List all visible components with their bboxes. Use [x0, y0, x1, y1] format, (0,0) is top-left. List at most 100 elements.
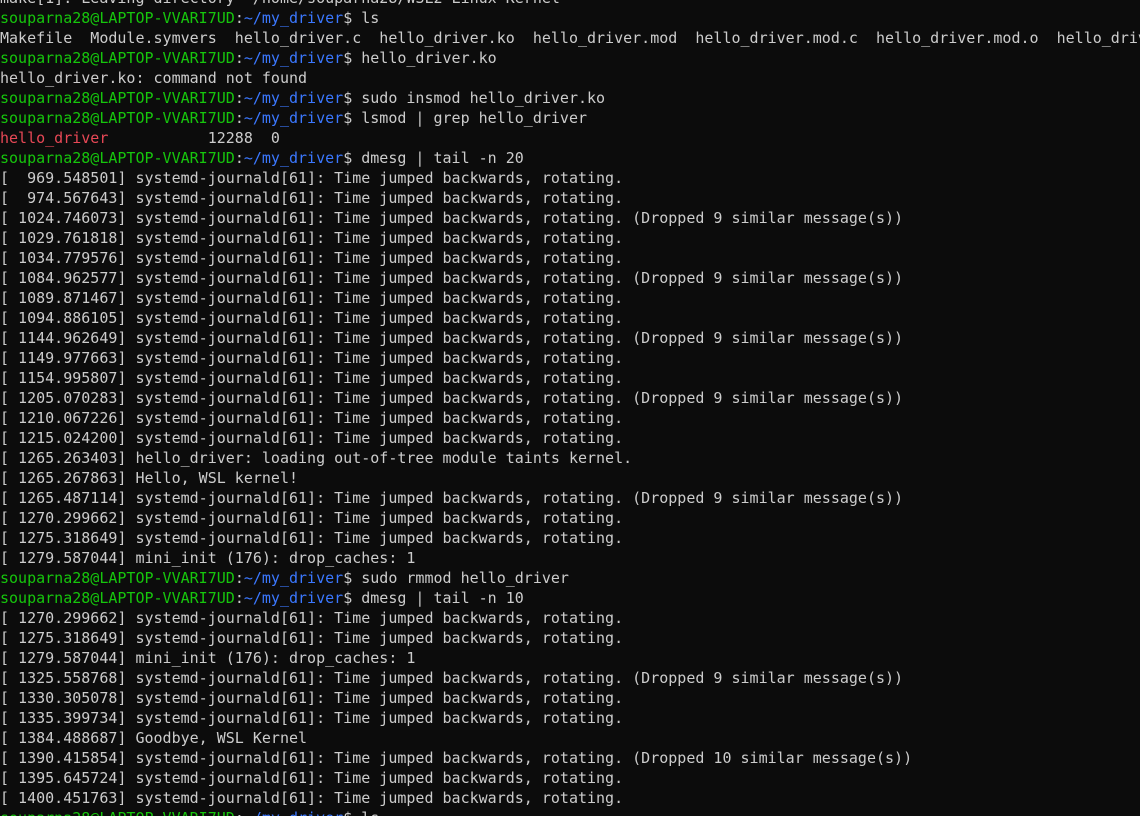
grep-match: hello_driver — [0, 129, 109, 147]
prompt-path: ~/my_driver — [243, 569, 344, 587]
output-line: [ 1275.318649] systemd-journald[61]: Tim… — [0, 528, 1140, 548]
output-text: [ 1325.558768] systemd-journald[61]: Tim… — [0, 669, 904, 687]
command-text: $ ls — [343, 809, 379, 816]
output-text: [ 1024.746073] systemd-journald[61]: Tim… — [0, 209, 904, 227]
prompt-line: souparna28@LAPTOP-VVARI7UD:~/my_driver$ … — [0, 88, 1140, 108]
prompt-path: ~/my_driver — [243, 149, 344, 167]
output-line: [ 1390.415854] systemd-journald[61]: Tim… — [0, 748, 1140, 768]
output-text: [ 1144.962649] systemd-journald[61]: Tim… — [0, 329, 904, 347]
prompt-line: souparna28@LAPTOP-VVARI7UD:~/my_driver$ … — [0, 588, 1140, 608]
output-line: make[1]: Leaving directory '/home/soupar… — [0, 0, 1140, 8]
output-line: [ 1265.487114] systemd-journald[61]: Tim… — [0, 488, 1140, 508]
output-line: [ 1279.587044] mini_init (176): drop_cac… — [0, 548, 1140, 568]
output-line: [ 1395.645724] systemd-journald[61]: Tim… — [0, 768, 1140, 788]
output-line: [ 974.567643] systemd-journald[61]: Time… — [0, 188, 1140, 208]
output-line: [ 1265.263403] hello_driver: loading out… — [0, 448, 1140, 468]
output-text: [ 1265.267863] Hello, WSL kernel! — [0, 469, 299, 487]
prompt-path: ~/my_driver — [243, 49, 344, 67]
output-text: [ 1384.488687] Goodbye, WSL Kernel — [0, 729, 308, 747]
output-line: [ 1034.779576] systemd-journald[61]: Tim… — [0, 248, 1140, 268]
output-text: make[1]: Leaving directory '/home/soupar… — [0, 0, 569, 7]
prompt-separator: : — [234, 109, 244, 127]
output-text: [ 1279.587044] mini_init (176): drop_cac… — [0, 549, 416, 567]
output-line: [ 1270.299662] systemd-journald[61]: Tim… — [0, 608, 1140, 628]
output-line: [ 969.548501] systemd-journald[61]: Time… — [0, 168, 1140, 188]
output-line: [ 1265.267863] Hello, WSL kernel! — [0, 468, 1140, 488]
output-text: [ 1400.451763] systemd-journald[61]: Tim… — [0, 789, 624, 807]
output-line: [ 1215.024200] systemd-journald[61]: Tim… — [0, 428, 1140, 448]
output-text: [ 1270.299662] systemd-journald[61]: Tim… — [0, 509, 624, 527]
prompt-path: ~/my_driver — [243, 589, 344, 607]
prompt-path: ~/my_driver — [243, 89, 344, 107]
output-line: [ 1144.962649] systemd-journald[61]: Tim… — [0, 328, 1140, 348]
output-line: [ 1154.995807] systemd-journald[61]: Tim… — [0, 368, 1140, 388]
output-text: [ 1034.779576] systemd-journald[61]: Tim… — [0, 249, 624, 267]
output-text: [ 1154.995807] systemd-journald[61]: Tim… — [0, 369, 624, 387]
output-line: [ 1149.977663] systemd-journald[61]: Tim… — [0, 348, 1140, 368]
command-text: $ ls — [343, 9, 380, 27]
output-line: hello_driver.ko: command not found — [0, 68, 1140, 88]
command-text: $ sudo insmod hello_driver.ko — [343, 89, 606, 107]
output-text: Makefile Module.symvers hello_driver.c h… — [0, 29, 1140, 47]
prompt-line: souparna28@LAPTOP-VVARI7UD:~/my_driver$ … — [0, 148, 1140, 168]
output-line: [ 1205.070283] systemd-journald[61]: Tim… — [0, 388, 1140, 408]
prompt-line: souparna28@LAPTOP-VVARI7UD:~/my_driver$ … — [0, 8, 1140, 28]
prompt-separator: : — [234, 9, 244, 27]
output-text: [ 1094.886105] systemd-journald[61]: Tim… — [0, 309, 624, 327]
prompt-separator: : — [234, 89, 244, 107]
prompt-separator: : — [234, 569, 244, 587]
output-line: [ 1094.886105] systemd-journald[61]: Tim… — [0, 308, 1140, 328]
output-line: [ 1024.746073] systemd-journald[61]: Tim… — [0, 208, 1140, 228]
output-text: [ 1084.962577] systemd-journald[61]: Tim… — [0, 269, 904, 287]
output-line: [ 1330.305078] systemd-journald[61]: Tim… — [0, 688, 1140, 708]
output-text: [ 1390.415854] systemd-journald[61]: Tim… — [0, 749, 913, 767]
prompt-separator: : — [234, 49, 244, 67]
command-text: $ hello_driver.ko — [343, 49, 497, 67]
output-text: [ 1029.761818] systemd-journald[61]: Tim… — [0, 229, 624, 247]
prompt-separator: : — [235, 809, 244, 816]
output-line: [ 1400.451763] systemd-journald[61]: Tim… — [0, 788, 1140, 808]
output-line: [ 1275.318649] systemd-journald[61]: Tim… — [0, 628, 1140, 648]
prompt-line: souparna28@LAPTOP-VVARI7UD:~/my_driver$ … — [0, 568, 1140, 588]
output-text: [ 1265.263403] hello_driver: loading out… — [0, 449, 633, 467]
output-text: [ 1275.318649] systemd-journald[61]: Tim… — [0, 529, 624, 547]
prompt-user-host: souparna28@LAPTOP-VVARI7UD — [0, 569, 235, 587]
prompt-user-host: souparna28@LAPTOP-VVARI7UD — [0, 149, 235, 167]
prompt-user-host: souparna28@LAPTOP-VVARI7UD — [0, 589, 235, 607]
output-line: [ 1089.871467] systemd-journald[61]: Tim… — [0, 288, 1140, 308]
output-line: [ 1325.558768] systemd-journald[61]: Tim… — [0, 668, 1140, 688]
output-text: [ 1205.070283] systemd-journald[61]: Tim… — [0, 389, 904, 407]
prompt-separator: : — [234, 149, 244, 167]
output-text: [ 1270.299662] systemd-journald[61]: Tim… — [0, 609, 624, 627]
output-text: [ 1149.977663] systemd-journald[61]: Tim… — [0, 349, 624, 367]
prompt-path: ~/my_driver — [244, 809, 343, 816]
output-line: hello_driver 12288 0 — [0, 128, 1140, 148]
prompt-user-host: souparna28@LAPTOP-VVARI7UD — [0, 109, 235, 127]
output-line: [ 1210.067226] systemd-journald[61]: Tim… — [0, 408, 1140, 428]
output-line: [ 1270.299662] systemd-journald[61]: Tim… — [0, 508, 1140, 528]
prompt-user-host: souparna28@LAPTOP-VVARI7UD — [0, 809, 235, 816]
output-line: Makefile Module.symvers hello_driver.c h… — [0, 28, 1140, 48]
prompt-user-host: souparna28@LAPTOP-VVARI7UD — [0, 49, 235, 67]
output-text: [ 969.548501] systemd-journald[61]: Time… — [0, 169, 624, 187]
terminal-output[interactable]: make[1]: Leaving directory '/home/soupar… — [0, 0, 1140, 816]
output-text: [ 1330.305078] systemd-journald[61]: Tim… — [0, 689, 624, 707]
output-text: [ 1265.487114] systemd-journald[61]: Tim… — [0, 489, 904, 507]
output-text: [ 1215.024200] systemd-journald[61]: Tim… — [0, 429, 624, 447]
output-text: hello_driver.ko: command not found — [0, 69, 308, 87]
prompt-line: souparna28@LAPTOP-VVARI7UD:~/my_driver$ … — [0, 808, 1140, 816]
prompt-separator: : — [234, 589, 244, 607]
command-text: $ lsmod | grep hello_driver — [343, 109, 588, 127]
output-text: 12288 0 — [108, 129, 280, 147]
output-text: [ 1335.399734] systemd-journald[61]: Tim… — [0, 709, 624, 727]
output-line: [ 1084.962577] systemd-journald[61]: Tim… — [0, 268, 1140, 288]
output-text: [ 974.567643] systemd-journald[61]: Time… — [0, 189, 624, 207]
output-text: [ 1089.871467] systemd-journald[61]: Tim… — [0, 289, 624, 307]
prompt-path: ~/my_driver — [243, 109, 344, 127]
output-line: [ 1335.399734] systemd-journald[61]: Tim… — [0, 708, 1140, 728]
prompt-user-host: souparna28@LAPTOP-VVARI7UD — [0, 89, 235, 107]
output-text: [ 1210.067226] systemd-journald[61]: Tim… — [0, 409, 624, 427]
command-text: $ dmesg | tail -n 10 — [343, 589, 524, 607]
output-line: [ 1029.761818] systemd-journald[61]: Tim… — [0, 228, 1140, 248]
prompt-line: souparna28@LAPTOP-VVARI7UD:~/my_driver$ … — [0, 48, 1140, 68]
